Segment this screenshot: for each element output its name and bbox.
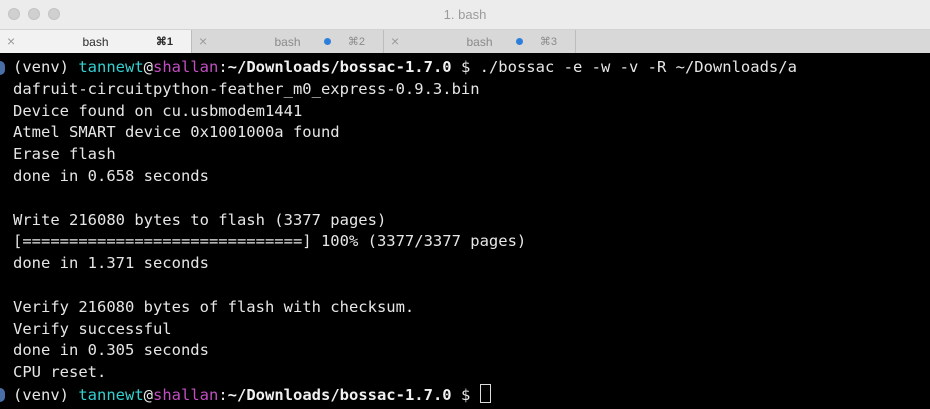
output-line: Verify successful xyxy=(13,319,172,338)
output-line: done in 1.371 seconds xyxy=(13,254,209,273)
terminal-text: (venv) tannewt@shallan:~/Downloads/bossa… xyxy=(0,53,930,406)
prompt-host: shallan xyxy=(153,385,219,404)
prompt-prefix: (venv) xyxy=(13,58,79,76)
activity-dot-icon xyxy=(324,38,331,45)
tab-bar: × bash ⌘1 × bash ⌘2 × bash ⌘3 xyxy=(0,30,930,54)
output-line: [==============================] 100% (3… xyxy=(13,232,527,251)
command-line: (venv) tannewt@shallan:~/Downloads/bossa… xyxy=(13,57,930,79)
prompt-symbol: $ xyxy=(451,58,480,76)
tab-bash-2[interactable]: × bash ⌘2 xyxy=(192,30,384,53)
prompt-host: shallan xyxy=(153,58,219,76)
title-bar: 1. bash xyxy=(0,0,930,30)
activity-dot-icon xyxy=(516,38,523,45)
text-cursor[interactable] xyxy=(479,383,491,403)
prompt-at: @ xyxy=(143,385,153,404)
terminal-output[interactable]: (venv) tannewt@shallan:~/Downloads/bossa… xyxy=(0,53,930,409)
prompt-colon: : xyxy=(218,385,228,404)
prompt-path: ~/Downloads/bossac-1.7.0 xyxy=(227,385,452,404)
terminal-window: 1. bash × bash ⌘1 × bash ⌘2 × bash ⌘3 (v… xyxy=(0,0,930,409)
tab-shortcut: ⌘1 xyxy=(155,36,173,48)
output-line: Verify 216080 bytes of flash with checks… xyxy=(13,297,415,316)
prompt-prefix: (venv) xyxy=(13,385,79,404)
output-line: Erase flash xyxy=(13,145,116,164)
prompt-path: ~/Downloads/bossac-1.7.0 xyxy=(227,58,452,76)
tab-bash-1[interactable]: × bash ⌘1 xyxy=(0,30,192,53)
output-line: Atmel SMART device 0x1001000a found xyxy=(13,123,340,142)
output-line: done in 0.658 seconds xyxy=(13,166,209,185)
prompt-colon: : xyxy=(218,58,228,76)
output-line: Write 216080 bytes to flash (3377 pages) xyxy=(13,210,387,229)
tab-bar-empty-area[interactable] xyxy=(576,30,930,53)
tab-shortcut: ⌘2 xyxy=(347,36,365,48)
output-line: CPU reset. xyxy=(13,363,107,382)
prompt-line: (venv) tannewt@shallan:~/Downloads/bossa… xyxy=(13,383,930,406)
output-line: done in 0.305 seconds xyxy=(13,341,209,360)
tab-shortcut: ⌘3 xyxy=(539,36,557,48)
command-text: ./bossac -e -w -v -R ~/Downloads/a xyxy=(479,58,797,76)
prompt-at: @ xyxy=(143,58,153,76)
output-line: dafruit-circuitpython-feather_m0_express… xyxy=(13,79,480,98)
prompt-user: tannewt xyxy=(78,385,144,404)
output-line: Device found on cu.usbmodem1441 xyxy=(13,101,303,120)
window-title: 1. bash xyxy=(443,7,487,22)
prompt-user: tannewt xyxy=(78,58,144,76)
prompt-symbol: $ xyxy=(451,385,480,404)
tab-bash-3[interactable]: × bash ⌘3 xyxy=(384,30,576,53)
